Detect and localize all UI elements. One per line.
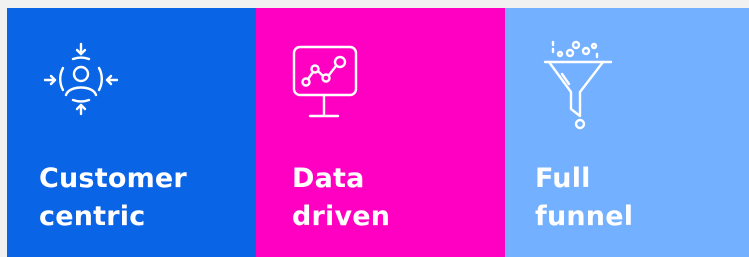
tile-label-line1: Data — [292, 163, 365, 194]
tile-label: Customer centric — [39, 160, 187, 236]
tile-label-line2: centric — [39, 201, 146, 232]
customer-centric-icon — [43, 42, 119, 116]
tile-label-line1: Customer — [39, 163, 187, 194]
feature-strip: Customer centric Data driven Full funnel — [7, 8, 749, 257]
tile-label: Full funnel — [535, 160, 633, 236]
tile-label-line2: funnel — [535, 201, 634, 232]
tile-data-driven: Data driven — [256, 8, 505, 257]
tile-customer-centric: Customer centric — [7, 8, 256, 257]
tile-label: Data driven — [292, 160, 390, 236]
page: { "tiles": [ { "line1": "Customer", "lin… — [0, 0, 749, 257]
funnel-icon — [543, 40, 613, 130]
data-monitor-icon — [292, 45, 358, 118]
tile-label-line2: driven — [292, 201, 391, 232]
tile-full-funnel: Full funnel — [505, 8, 749, 257]
tile-label-line1: Full — [535, 163, 591, 194]
